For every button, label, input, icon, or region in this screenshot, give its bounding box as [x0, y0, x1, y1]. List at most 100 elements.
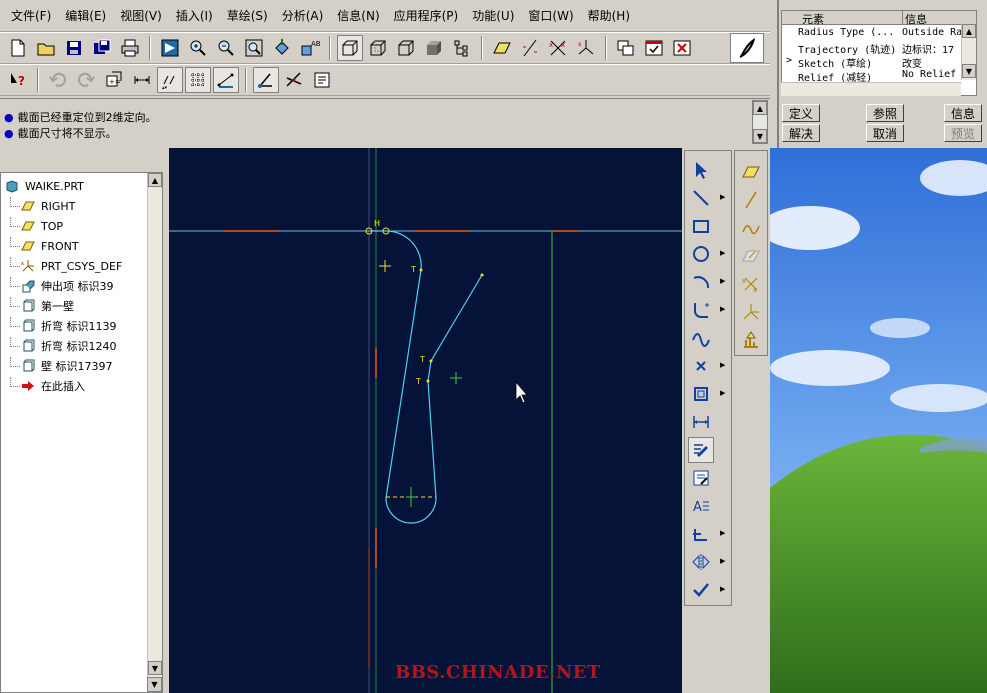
menu-utilities[interactable]: 功能(U)	[465, 7, 521, 24]
zoom-fit-icon[interactable]	[241, 35, 267, 61]
text-tool-icon[interactable]: A	[688, 493, 714, 519]
zoom-out-icon[interactable]	[213, 35, 239, 61]
print-icon[interactable]	[117, 35, 143, 61]
new-file-icon[interactable]	[5, 35, 31, 61]
tree-scrollbar[interactable]: ▲ ▼	[147, 173, 162, 692]
zoom-in-icon[interactable]	[185, 35, 211, 61]
modify-tool-icon[interactable]	[688, 437, 714, 463]
menu-window[interactable]: 窗口(W)	[521, 7, 580, 24]
menu-info[interactable]: 信息(N)	[330, 7, 386, 24]
element-row[interactable]: > Sketch (草绘) 改变	[782, 55, 976, 70]
datum-sketch-tool-icon[interactable]	[738, 243, 764, 269]
line-tool-icon[interactable]	[688, 185, 714, 211]
menu-sketch[interactable]: 草绘(S)	[220, 7, 275, 24]
info-button[interactable]: 信息	[944, 104, 982, 122]
scroll-down-icon[interactable]: ▼	[147, 677, 162, 692]
vertex-toggle-icon[interactable]	[213, 67, 239, 93]
point-tool-icon[interactable]	[688, 353, 714, 379]
element-row[interactable]: Radius Type (... Outside Ra	[782, 27, 976, 41]
menu-view[interactable]: 视图(V)	[113, 7, 169, 24]
flyout-arrow-icon[interactable]: ▶	[720, 305, 725, 313]
grid-toggle-icon[interactable]	[185, 67, 211, 93]
edit-value-icon[interactable]	[688, 465, 714, 491]
tree-item[interactable]: TOP	[10, 217, 63, 235]
rectangle-tool-icon[interactable]	[688, 213, 714, 239]
tree-item[interactable]: 在此插入	[10, 377, 85, 395]
datum-planes-icon[interactable]	[489, 35, 515, 61]
constraints-toggle-icon[interactable]: ▴▾	[157, 67, 183, 93]
flyout-arrow-icon[interactable]: ▶	[720, 557, 725, 565]
relations-icon[interactable]: +=	[101, 67, 127, 93]
undo-icon[interactable]	[45, 67, 71, 93]
graphics-window[interactable]: H T T T	[169, 148, 682, 693]
redo-icon[interactable]	[73, 67, 99, 93]
datum-axis-tool-icon[interactable]	[738, 187, 764, 213]
dialog-horizontal-scrollbar[interactable]	[781, 82, 961, 96]
save-icon[interactable]	[61, 35, 87, 61]
analysis-tool-icon[interactable]	[738, 327, 764, 353]
tree-item[interactable]: RIGHT	[10, 197, 75, 215]
datum-plane-tool-icon[interactable]	[738, 159, 764, 185]
tree-item[interactable]: 伸出项 标识39	[10, 277, 114, 295]
tree-item[interactable]: 第一壁	[10, 297, 74, 315]
repaint-icon[interactable]	[157, 35, 183, 61]
close-window-icon[interactable]	[669, 35, 695, 61]
scroll-down-icon[interactable]: ▼	[753, 129, 767, 143]
flyout-arrow-icon[interactable]: ▶	[720, 389, 725, 397]
flyout-arrow-icon[interactable]: ▶	[720, 277, 725, 285]
sketch-canvas[interactable]: H T T T	[169, 148, 682, 693]
scroll-up-icon[interactable]: ▲	[753, 101, 767, 115]
model-tree-toggle-icon[interactable]	[449, 35, 475, 61]
tree-item[interactable]: 折弯 标识1139	[10, 317, 117, 335]
flyout-arrow-icon[interactable]: ▶	[720, 193, 725, 201]
element-row[interactable]: Trajectory (轨迹) 边标识：17	[782, 41, 976, 56]
intent-manager-icon[interactable]	[253, 67, 279, 93]
scroll-up-icon[interactable]: ▲	[962, 24, 976, 38]
preview-button[interactable]: 预览	[944, 124, 982, 142]
tree-item[interactable]: x PRT_CSYS_DEF	[10, 257, 122, 275]
spline-tool-icon[interactable]	[688, 325, 714, 351]
menu-edit[interactable]: 编辑(E)	[58, 7, 113, 24]
message-scrollbar[interactable]: ▲ ▼	[752, 100, 768, 144]
cancel-button[interactable]: 取消	[866, 124, 904, 142]
tree-item[interactable]: FRONT	[10, 237, 79, 255]
flyout-arrow-icon[interactable]: ▶	[720, 249, 725, 257]
datum-csys-tool-icon[interactable]	[738, 299, 764, 325]
menu-analysis[interactable]: 分析(A)	[275, 7, 331, 24]
shading-icon[interactable]	[421, 35, 447, 61]
element-row[interactable]: Relief (减轻) No Relief	[782, 69, 976, 84]
select-arrow-icon[interactable]	[688, 157, 714, 183]
arc-tool-icon[interactable]	[688, 269, 714, 295]
trim-icon[interactable]	[281, 67, 307, 93]
scroll-down-icon[interactable]: ▼	[962, 64, 976, 78]
trim-tool-icon[interactable]	[688, 521, 714, 547]
use-edge-icon[interactable]	[688, 381, 714, 407]
fillet-tool-icon[interactable]	[688, 297, 714, 323]
dimension-tool-icon[interactable]	[688, 409, 714, 435]
done-checkmark-icon[interactable]	[688, 577, 714, 603]
define-button[interactable]: 定义	[782, 104, 820, 122]
csys-icon[interactable]: x	[573, 35, 599, 61]
saved-views-icon[interactable]: AB	[297, 35, 323, 61]
datum-axes-icon[interactable]	[517, 35, 543, 61]
wireframe-icon[interactable]	[337, 35, 363, 61]
activate-window-icon[interactable]	[641, 35, 667, 61]
menu-insert[interactable]: 插入(I)	[169, 7, 220, 24]
no-hidden-icon[interactable]	[393, 35, 419, 61]
datum-point-tool-icon[interactable]: xx	[738, 271, 764, 297]
resolve-button[interactable]: 解决	[782, 124, 820, 142]
tree-item[interactable]: 折弯 标识1240	[10, 337, 117, 355]
reorient-icon[interactable]	[269, 35, 295, 61]
menu-file[interactable]: 文件(F)	[4, 7, 58, 24]
circle-tool-icon[interactable]	[688, 241, 714, 267]
menu-applications[interactable]: 应用程序(P)	[387, 7, 466, 24]
dimension-toggle-icon[interactable]	[129, 67, 155, 93]
save-copy-icon[interactable]	[89, 35, 115, 61]
dialog-scrollbar[interactable]: ▲ ▼	[961, 24, 976, 80]
mirror-tool-icon[interactable]	[688, 549, 714, 575]
scroll-up-icon[interactable]: ▲	[148, 173, 162, 187]
open-folder-icon[interactable]	[33, 35, 59, 61]
window-icon[interactable]	[613, 35, 639, 61]
flyout-arrow-icon[interactable]: ▶	[720, 361, 725, 369]
tree-item[interactable]: 壁 标识17397	[10, 357, 113, 375]
